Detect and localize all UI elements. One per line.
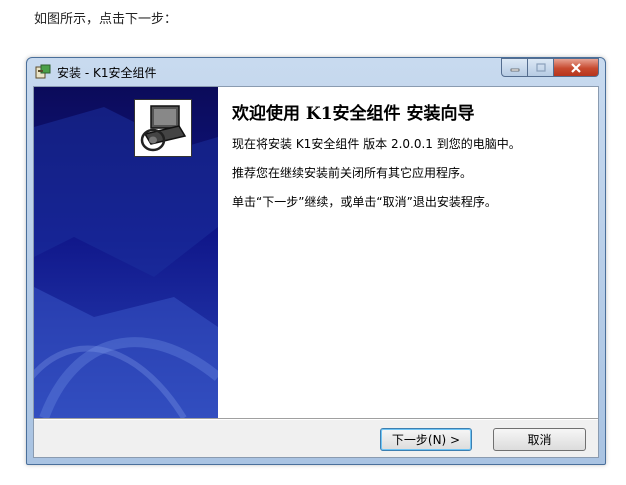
window-title: 安装 - K1安全组件: [57, 66, 157, 80]
window-controls: [501, 58, 599, 78]
title-bar[interactable]: 安装 - K1安全组件: [27, 58, 605, 86]
close-apps-text: 推荐您在继续安装前关闭所有其它应用程序。: [232, 166, 473, 180]
install-version-text: 现在将安装 K1安全组件 版本 2.0.0.1 到您的电脑中。: [232, 137, 521, 151]
minimize-icon: [510, 68, 519, 71]
wizard-heading: 欢迎使用 K1安全组件 安装向导: [232, 104, 475, 124]
wizard-button-bar: 下一步(N) > 取消: [34, 420, 598, 457]
installer-app-icon: [35, 64, 51, 79]
close-button[interactable]: [554, 58, 599, 77]
wizard-welcome-page: 欢迎使用 K1安全组件 安装向导 现在将安装 K1安全组件 版本 2.0.0.1…: [218, 87, 598, 418]
installer-logo: [134, 99, 192, 157]
instruction-text: 单击“下一步”继续，或单击“取消”退出安装程序。: [232, 195, 497, 209]
next-button[interactable]: 下一步(N) >: [380, 428, 472, 451]
close-icon: [571, 62, 581, 73]
document-caption: 如图所示，点击下一步：: [34, 12, 178, 27]
installer-window: 安装 - K1安全组件 欢迎使用 K1安全组件 安装向导 现在将安装 K1安全组…: [26, 57, 606, 465]
computer-disk-icon: [140, 105, 187, 152]
maximize-button[interactable]: [528, 58, 554, 77]
minimize-button[interactable]: [501, 58, 528, 77]
wizard-client-area: 欢迎使用 K1安全组件 安装向导 现在将安装 K1安全组件 版本 2.0.0.1…: [33, 86, 599, 458]
wizard-side-banner: [34, 87, 218, 418]
maximize-icon: [535, 62, 546, 72]
cancel-button[interactable]: 取消: [493, 428, 586, 451]
